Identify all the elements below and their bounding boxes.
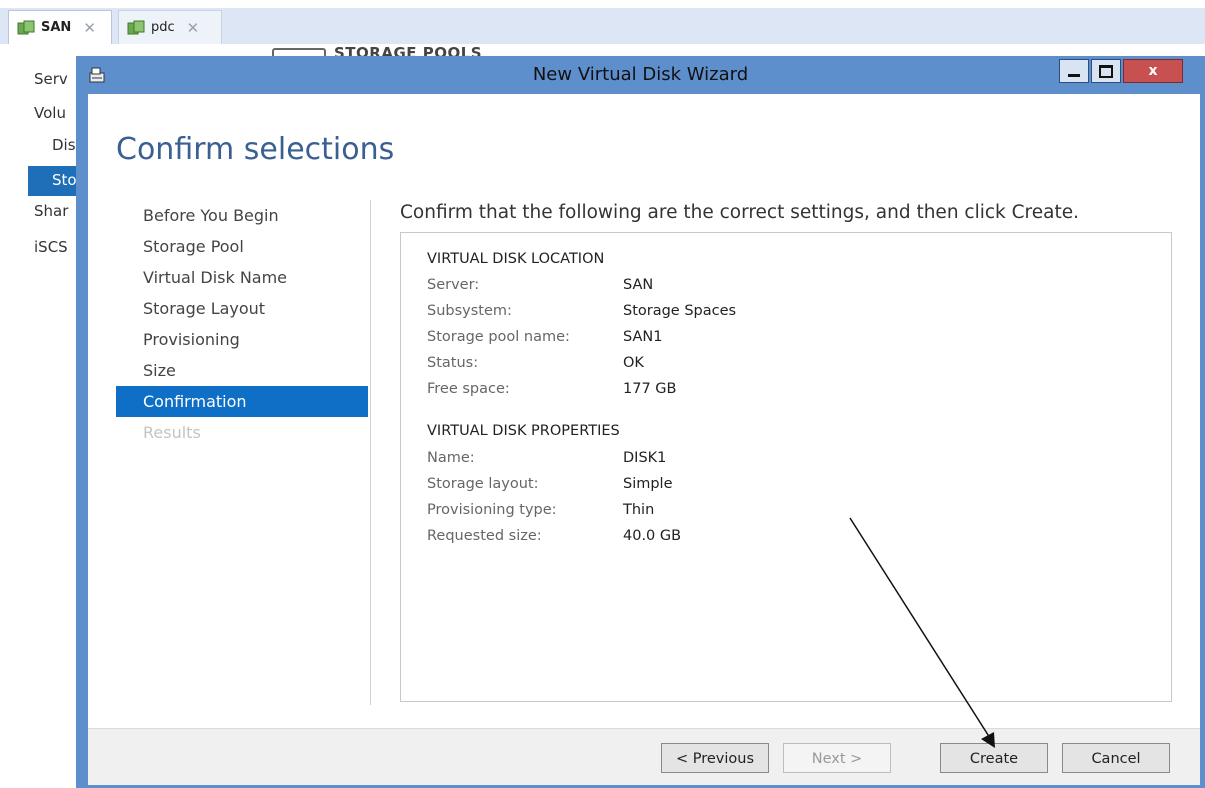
annotation-arrow (849, 517, 995, 748)
